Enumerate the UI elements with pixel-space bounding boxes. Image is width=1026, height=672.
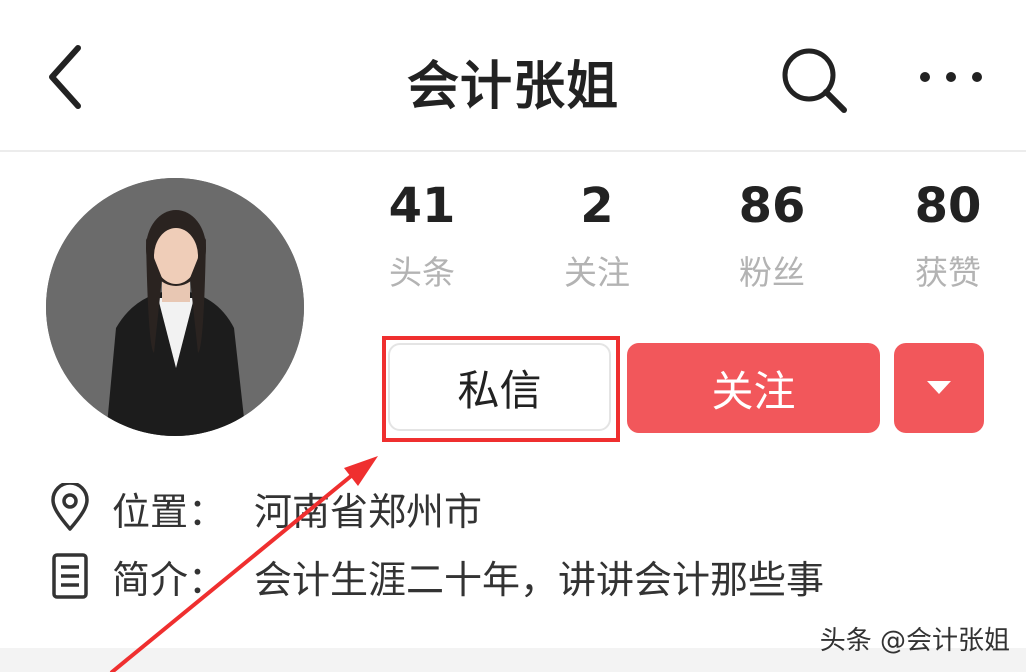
annotation-arrow <box>110 456 378 672</box>
